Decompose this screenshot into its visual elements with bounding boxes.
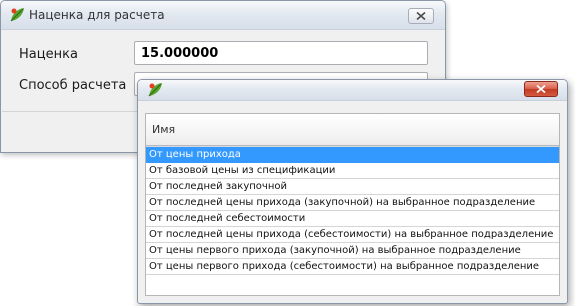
main-close-button[interactable]	[408, 8, 434, 24]
list-item[interactable]: От цены первого прихода (себестоимости) …	[146, 259, 559, 275]
method-grid[interactable]: Имя От цены прихода От базовой цены из с…	[145, 113, 560, 296]
column-header-name[interactable]: Имя	[146, 114, 559, 146]
calc-method-label: Способ расчета	[19, 78, 127, 93]
list-item[interactable]: От базовой цены из спецификации	[146, 163, 559, 179]
close-icon	[536, 85, 546, 93]
list-item[interactable]: От цены прихода	[146, 147, 559, 163]
main-titlebar[interactable]: Наценка для расчета	[1, 1, 445, 30]
app-leaf-icon	[148, 83, 162, 97]
method-list: От цены прихода От базовой цены из специ…	[146, 146, 559, 275]
list-item[interactable]: От последней себестоимости	[146, 211, 559, 227]
main-dialog-title: Наценка для расчета	[29, 8, 165, 22]
list-item[interactable]: От цены первого прихода (закупочной) на …	[146, 243, 559, 259]
markup-label: Наценка	[19, 47, 78, 62]
close-icon	[416, 12, 426, 20]
app-leaf-icon	[10, 8, 24, 22]
markup-input[interactable]: 15.000000	[134, 41, 428, 65]
list-item[interactable]: От последней цены прихода (себестоимости…	[146, 227, 559, 243]
list-item[interactable]: От последней цены прихода (закупочной) н…	[146, 195, 559, 211]
popup-close-button[interactable]	[524, 81, 558, 97]
list-item[interactable]: От последней закупочной	[146, 179, 559, 195]
calc-method-popup: Имя От цены прихода От базовой цены из с…	[137, 79, 568, 304]
popup-titlebar[interactable]	[138, 80, 567, 101]
